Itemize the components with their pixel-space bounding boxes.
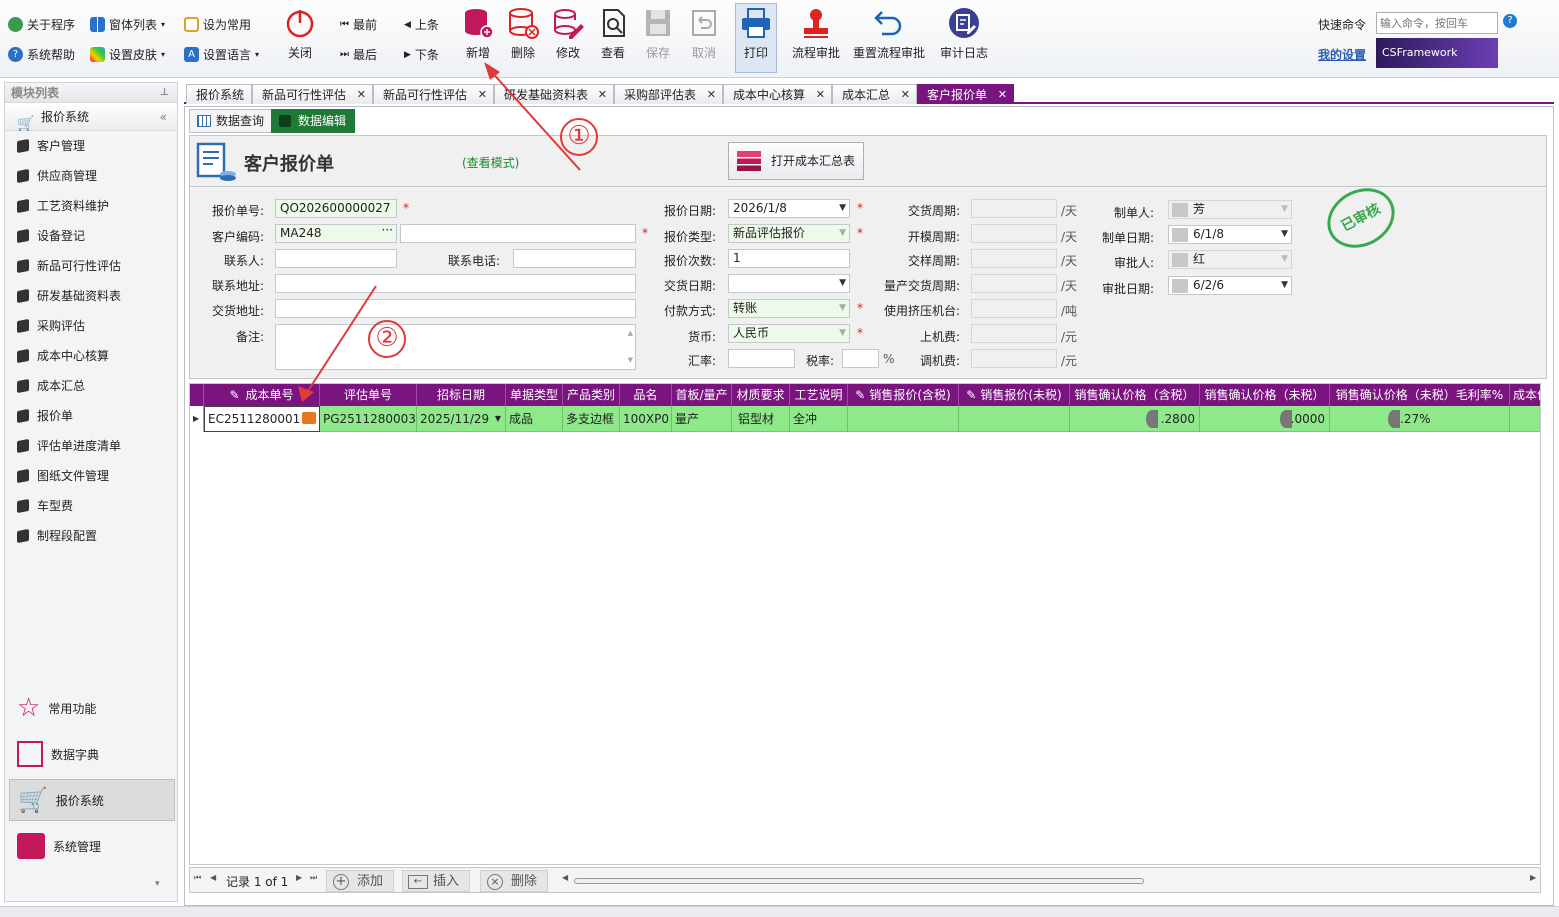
annotation-arrows bbox=[298, 62, 581, 402]
status-bar bbox=[0, 906, 1559, 917]
annotation-marker-2: ② bbox=[368, 320, 406, 358]
annotation-marker-1: ① bbox=[560, 118, 598, 156]
